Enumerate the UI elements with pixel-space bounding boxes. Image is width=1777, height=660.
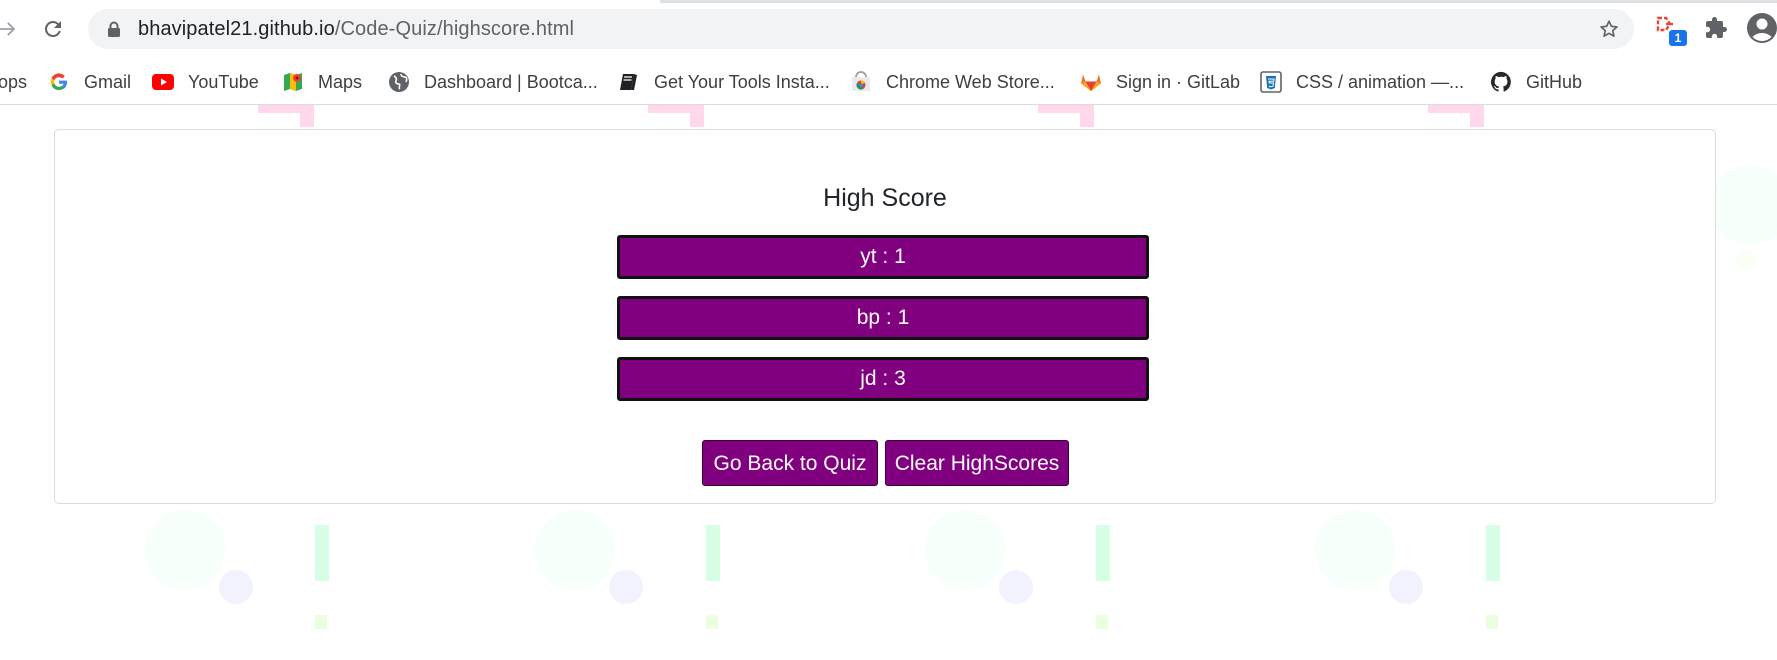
score-entry: yt : 1 xyxy=(617,235,1149,279)
css-icon xyxy=(1260,71,1282,93)
bookmark-label: Gmail xyxy=(84,71,132,92)
bookmark-label: YouTube xyxy=(188,71,259,92)
bookmark-apps[interactable]: ops xyxy=(0,60,27,104)
maps-icon xyxy=(282,71,304,93)
bookmark-label: GitHub xyxy=(1526,71,1583,92)
gitlab-icon xyxy=(1080,71,1102,93)
bookmark-github[interactable]: GitHub xyxy=(1490,60,1582,104)
browser-toolbar: bhavipatel21.github.io/Code-Quiz/highsco… xyxy=(0,0,1777,60)
book-icon xyxy=(618,71,640,93)
bookmark-gmail[interactable]: Gmail xyxy=(48,60,131,104)
clear-highscores-button[interactable]: Clear HighScores xyxy=(885,440,1069,486)
google-icon xyxy=(48,71,70,93)
profile-avatar-icon[interactable] xyxy=(1746,12,1777,49)
youtube-icon xyxy=(152,71,174,93)
bookmark-dashboard[interactable]: Dashboard | Bootca... xyxy=(388,60,598,104)
url-path: /Code-Quiz/highscore.html xyxy=(334,18,575,40)
extensions-puzzle-icon[interactable] xyxy=(1704,16,1728,45)
bookmark-get-your-tools[interactable]: Get Your Tools Insta... xyxy=(618,60,830,104)
bookmark-label: Chrome Web Store... xyxy=(886,71,1055,92)
score-entry: bp : 1 xyxy=(617,296,1149,340)
github-icon xyxy=(1490,71,1512,93)
reload-icon[interactable] xyxy=(38,14,68,44)
url-text[interactable]: bhavipatel21.github.io/Code-Quiz/highsco… xyxy=(138,18,574,41)
highscore-card: High Score yt : 1 bp : 1 jd : 3 Go Back … xyxy=(54,129,1716,504)
globe-icon xyxy=(388,71,410,93)
bookmark-maps[interactable]: Maps xyxy=(282,60,362,104)
bookmark-label: Maps xyxy=(318,71,363,92)
bookmark-gitlab[interactable]: Sign in · GitLab xyxy=(1080,60,1240,104)
bookmark-youtube[interactable]: YouTube xyxy=(152,60,259,104)
address-bar[interactable]: bhavipatel21.github.io/Code-Quiz/highsco… xyxy=(88,9,1634,49)
bookmarks-bar: ops Gmail YouTube Maps Dashboard | Bootc… xyxy=(0,60,1777,105)
url-host: bhavipatel21.github.io xyxy=(138,18,335,40)
bookmark-css-animation[interactable]: CSS / animation —... xyxy=(1260,60,1464,104)
chrome-web-store-icon xyxy=(850,71,872,93)
go-back-button[interactable]: Go Back to Quiz xyxy=(702,440,878,486)
bookmark-label: Dashboard | Bootca... xyxy=(424,71,598,92)
lock-icon[interactable] xyxy=(107,21,121,43)
bookmark-label: CSS / animation —... xyxy=(1296,71,1465,92)
score-entry: jd : 3 xyxy=(617,357,1149,401)
bookmark-star-icon[interactable] xyxy=(1598,18,1620,45)
bookmark-label: ops xyxy=(0,71,28,92)
bookmark-chrome-web-store[interactable]: Chrome Web Store... xyxy=(850,60,1055,104)
bookmark-label: Get Your Tools Insta... xyxy=(654,71,830,92)
page-title: High Score xyxy=(823,184,947,212)
active-tab-edge xyxy=(0,0,660,3)
page-viewport: High Score yt : 1 bp : 1 jd : 3 Go Back … xyxy=(0,105,1777,660)
extension-badge: 1 xyxy=(1669,30,1687,46)
forward-icon[interactable] xyxy=(0,14,22,44)
bookmark-label: Sign in · GitLab xyxy=(1116,71,1241,92)
